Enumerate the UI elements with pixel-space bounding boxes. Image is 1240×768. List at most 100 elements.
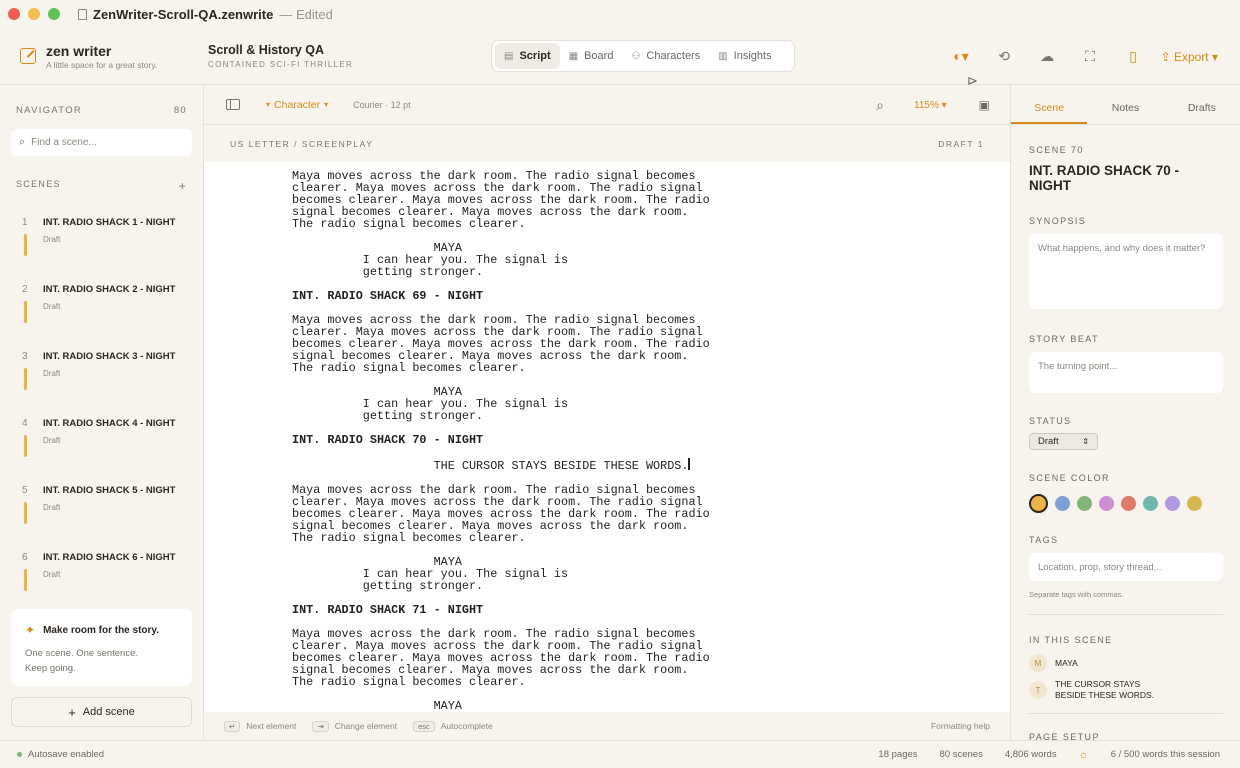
inspector-tabs: Scene Notes Drafts (1011, 85, 1240, 125)
tags-label: TAGS (1029, 535, 1059, 545)
color-swatch[interactable] (1121, 496, 1136, 511)
text-cursor (688, 458, 691, 470)
script-text[interactable]: Maya moves across the dark room. The rad… (292, 170, 710, 712)
color-swatch[interactable] (1187, 496, 1202, 511)
status-label: STATUS (1029, 416, 1072, 426)
title-bar: ZenWriter-Scroll-QA.zenwrite — Edited (0, 0, 1240, 28)
zoom-select[interactable]: 115% ▾ (914, 100, 947, 111)
page-count: 18 pages (878, 749, 918, 760)
autosave-status: Autosave enabled (28, 749, 105, 760)
script-dialogue[interactable]: MAYA I can hear you. The signal is getti… (292, 556, 710, 592)
cloud-icon[interactable]: ☁ (1026, 48, 1069, 65)
scenes-label: SCENES (16, 179, 61, 189)
close-window-button[interactable] (8, 8, 20, 20)
project-subtitle: CONTAINED SCI-FI THRILLER (208, 60, 354, 69)
script-editor: ▾ Character ▾ Courier · 12 pt ⌕ 115% ▾ ▣ U… (204, 85, 1010, 740)
tab-scene[interactable]: Scene (1011, 85, 1088, 124)
script-dialogue[interactable]: MAYA I can hear you. The signal is getti… (292, 242, 710, 278)
export-button[interactable]: ⇪ Export ▾ (1161, 50, 1218, 64)
scene-list-item[interactable]: 1 INT. RADIO SHACK 1 - NIGHT Draft (0, 209, 203, 276)
script-page[interactable]: Maya moves across the dark room. The rad… (204, 162, 1010, 712)
script-heading[interactable]: INT. RADIO SHACK 71 - NIGHT (292, 604, 710, 616)
color-swatch[interactable] (1099, 496, 1114, 511)
synopsis-label: SYNOPSIS (1029, 216, 1087, 226)
character-avatar: T (1029, 681, 1047, 699)
tab-key-icon: ⇥ (312, 720, 329, 732)
add-scene-button[interactable]: + Add scene (11, 697, 192, 727)
status-bar: Autosave enabled 18 pages 80 scenes 4,80… (0, 740, 1240, 768)
theme-toggle-icon[interactable]: ◐▾ (940, 48, 983, 65)
tab-script[interactable]: ▤ Script (495, 43, 560, 69)
insights-icon: ▥ (718, 50, 728, 62)
divider (1029, 713, 1223, 714)
script-action[interactable]: Maya moves across the dark room. The rad… (292, 628, 710, 688)
scene-list-item[interactable]: 6 INT. RADIO SHACK 6 - NIGHT Draft (0, 544, 203, 611)
script-cursor-line[interactable]: THE CURSOR STAYS BESIDE THESE WORDS. (292, 458, 710, 472)
script-dialogue[interactable]: MAYA I can hear you. The signal is (292, 700, 710, 712)
script-action[interactable]: Maya moves across the dark room. The rad… (292, 170, 710, 230)
color-swatch[interactable] (1077, 496, 1092, 511)
script-icon: ▤ (504, 50, 514, 62)
color-swatch[interactable] (1055, 496, 1070, 511)
plus-icon: + (68, 704, 76, 720)
story-beat-field[interactable]: The turning point... (1029, 352, 1223, 393)
scene-search-input[interactable]: ⌕ Find a scene... (11, 129, 192, 156)
search-placeholder: Find a scene... (31, 137, 97, 148)
tab-characters[interactable]: ⚇ Characters (622, 43, 709, 69)
tab-board[interactable]: ▦ Board (560, 43, 623, 69)
character-row[interactable]: T THE CURSOR STAYS BESIDE THESE WORDS. (1029, 679, 1223, 701)
color-swatch[interactable] (1143, 496, 1158, 511)
minimize-window-button[interactable] (28, 8, 40, 20)
editor-footer: ↵ Next element ⇥ Change element esc Autocom… (204, 712, 1010, 740)
fullscreen-icon[interactable]: ⛶ (1069, 48, 1112, 65)
script-heading[interactable]: INT. RADIO SHACK 69 - NIGHT (292, 290, 710, 302)
scene-navigator: NAVIGATOR 80 ⌕ Find a scene... SCENES + … (0, 85, 204, 740)
chevron-down-icon: ▾ (266, 100, 271, 109)
tab-notes[interactable]: Notes (1087, 85, 1163, 124)
script-dialogue[interactable]: MAYA I can hear you. The signal is getti… (292, 386, 710, 422)
project-info: Scroll & History QA CONTAINED SCI-FI THR… (208, 43, 493, 69)
page-view-icon[interactable]: ▣ (979, 98, 990, 112)
window-controls (8, 8, 60, 20)
add-scene-plus-icon[interactable]: + (179, 179, 187, 193)
scene-list-item[interactable]: 4 INT. RADIO SHACK 4 - NIGHT Draft (0, 410, 203, 477)
formatting-help-link[interactable]: Formatting help (931, 721, 990, 731)
history-icon[interactable]: ⟲ (983, 48, 1026, 65)
script-heading[interactable]: INT. RADIO SHACK 70 - NIGHT (292, 434, 710, 446)
scene-list-item[interactable]: 3 INT. RADIO SHACK 3 - NIGHT Draft (0, 343, 203, 410)
inspector-toggle-icon[interactable]: ▯ (1112, 48, 1155, 65)
color-swatch[interactable] (1029, 494, 1048, 513)
scene-list-item[interactable]: 5 INT. RADIO SHACK 5 - NIGHT Draft (0, 477, 203, 544)
story-beat-label: STORY BEAT (1029, 334, 1099, 344)
synopsis-field[interactable]: What happens, and why does it matter? (1029, 234, 1223, 309)
search-icon[interactable]: ⌕ (876, 97, 884, 114)
tab-drafts[interactable]: Drafts (1164, 85, 1240, 124)
divider (1029, 614, 1223, 615)
brand-tagline: A little space for a great story. (46, 59, 158, 70)
scene-number: SCENE 70 (1029, 145, 1084, 155)
share-icon: ⇪ (1160, 49, 1174, 64)
color-swatch[interactable] (1165, 496, 1180, 511)
character-avatar: M (1029, 654, 1047, 672)
element-type-select[interactable]: ▾ Character ▾ (266, 99, 328, 111)
sidebar-toggle-icon[interactable] (226, 99, 240, 110)
encouragement-card: ✦ Make room for the story. One scene. One… (11, 609, 192, 686)
file-icon (78, 8, 87, 20)
tags-input[interactable]: Location, prop, story thread... (1029, 553, 1223, 581)
character-row[interactable]: M MAYA (1029, 654, 1223, 672)
zoom-window-button[interactable] (48, 8, 60, 20)
chevron-down-icon: ▾ (1208, 49, 1218, 64)
status-select[interactable]: Draft ⇕ (1029, 433, 1098, 450)
tab-insights[interactable]: ▥ Insights (709, 43, 780, 69)
scene-list-item[interactable]: 2 INT. RADIO SHACK 2 - NIGHT Draft (0, 276, 203, 343)
script-action[interactable]: Maya moves across the dark room. The rad… (292, 484, 710, 544)
script-action[interactable]: Maya moves across the dark room. The rad… (292, 314, 710, 374)
search-icon: ⌕ (19, 136, 26, 148)
characters-icon: ⚇ (631, 50, 641, 62)
color-swatches (1029, 494, 1223, 513)
scene-count: 80 (173, 105, 187, 116)
scene-color-bar (24, 368, 27, 390)
project-title: Scroll & History QA (208, 43, 324, 57)
chevron-down-icon: ▾ (324, 100, 329, 109)
autosave-indicator-icon (17, 752, 22, 757)
